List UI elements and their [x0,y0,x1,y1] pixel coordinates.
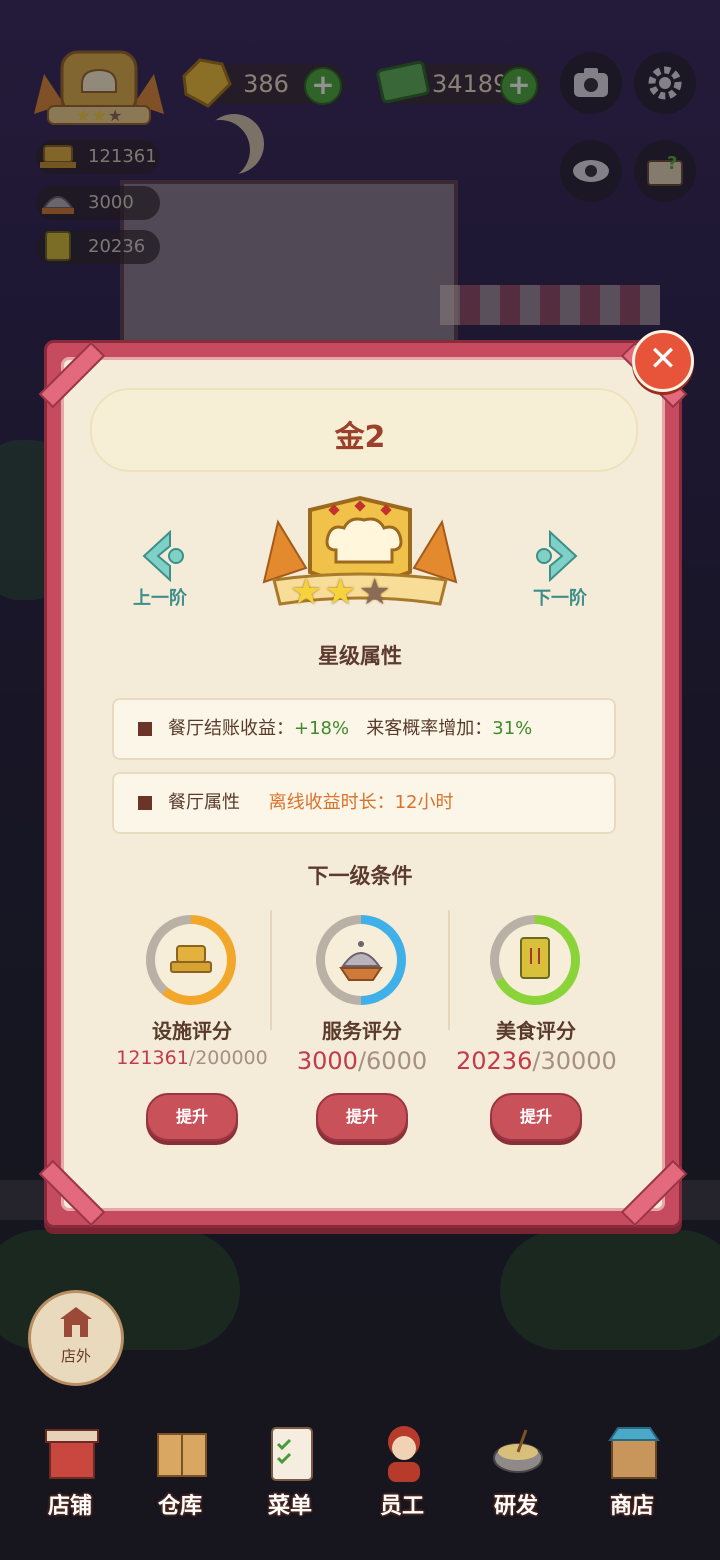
box-icon [157,1433,207,1477]
nav-shop[interactable]: 商店 [582,1420,682,1520]
requirement-facility: 设施评分 121361/200000 提升 [112,915,272,1145]
nav-label: 菜单 [267,1494,312,1519]
requirement-name: 服务评分 [322,1019,402,1043]
nav-staff[interactable]: 员工 [352,1420,452,1520]
chef-avatar-icon [388,1426,420,1482]
outdoor-label: 店外 [60,1347,91,1365]
prev-rank-button[interactable]: 上一阶 [120,528,200,618]
next-level-heading: 下一级条件 [307,864,413,888]
attr-label: 餐厅属性 [168,792,240,813]
nav-label: 商店 [609,1494,654,1519]
star-filled-icon: ★ [290,572,325,613]
arrow-left-icon [142,529,184,583]
shop-front-icon [60,1307,92,1337]
clipboard-icon [271,1427,313,1481]
cloche-icon [339,941,383,981]
bottom-nav: 店铺 仓库 菜单 员工 研发 商店 [0,1420,720,1530]
facility-icon [170,945,212,973]
requirement-progress: 20236/30000 [456,1047,617,1075]
requirement-name: 美食评分 [496,1019,576,1043]
divider [448,910,450,1030]
upgrade-service-button[interactable]: 提升 [316,1093,408,1141]
nav-label: 研发 [493,1494,538,1519]
store-icon [45,1429,99,1479]
nav-label: 店铺 [47,1494,92,1519]
nav-warehouse[interactable]: 仓库 [130,1420,230,1520]
bullet-square [138,722,152,736]
star-empty-icon: ★ [358,572,393,613]
next-rank-label: 下一阶 [533,588,587,609]
attr-label: 离线收益时长 [268,792,377,813]
arrow-right-icon [536,529,578,583]
requirement-name: 设施评分 [152,1019,232,1043]
attr-value: 12小时 [394,792,454,813]
progress-ring [146,915,236,1005]
nav-research[interactable]: 研发 [466,1420,566,1520]
star-attr-heading: 星级属性 [318,644,402,668]
upgrade-facility-button[interactable]: 提升 [146,1093,238,1141]
nav-menu[interactable]: 菜单 [240,1420,340,1520]
recipe-book-icon [520,937,550,979]
rank-title: 金2 [334,420,386,455]
attr-value: +18% [294,718,350,739]
requirement-progress: 3000/6000 [296,1047,428,1075]
nav-label: 仓库 [157,1494,202,1519]
attr-label: 来客概率增加 [366,718,475,739]
rank-stars: ★★★ [290,572,430,613]
requirement-food: 美食评分 20236/30000 提升 [456,915,617,1145]
nav-store[interactable]: 店铺 [20,1420,120,1520]
attribute-row: 餐厅结账收益：+18% 来客概率增加：31% [112,698,616,760]
prev-rank-label: 上一阶 [133,588,187,609]
attr-label: 餐厅结账收益 [168,718,276,739]
nav-label: 员工 [379,1494,424,1519]
shop-icon [608,1427,660,1479]
requirement-progress: 121361/200000 [116,1047,268,1069]
outdoor-button[interactable]: 店外 [28,1290,124,1386]
progress-ring [316,915,406,1005]
star-filled-icon: ★ [324,572,359,613]
next-rank-button[interactable]: 下一阶 [520,528,600,618]
cooking-pot-icon [493,1429,543,1473]
close-button[interactable]: ✕ [632,330,694,392]
attr-value: 31% [492,718,533,739]
attribute-row: 餐厅属性 离线收益时长：12小时 [112,772,616,834]
bullet-square [138,796,152,810]
upgrade-food-button[interactable]: 提升 [490,1093,582,1141]
requirement-service: 服务评分 3000/6000 提升 [282,915,442,1145]
progress-ring [490,915,580,1005]
